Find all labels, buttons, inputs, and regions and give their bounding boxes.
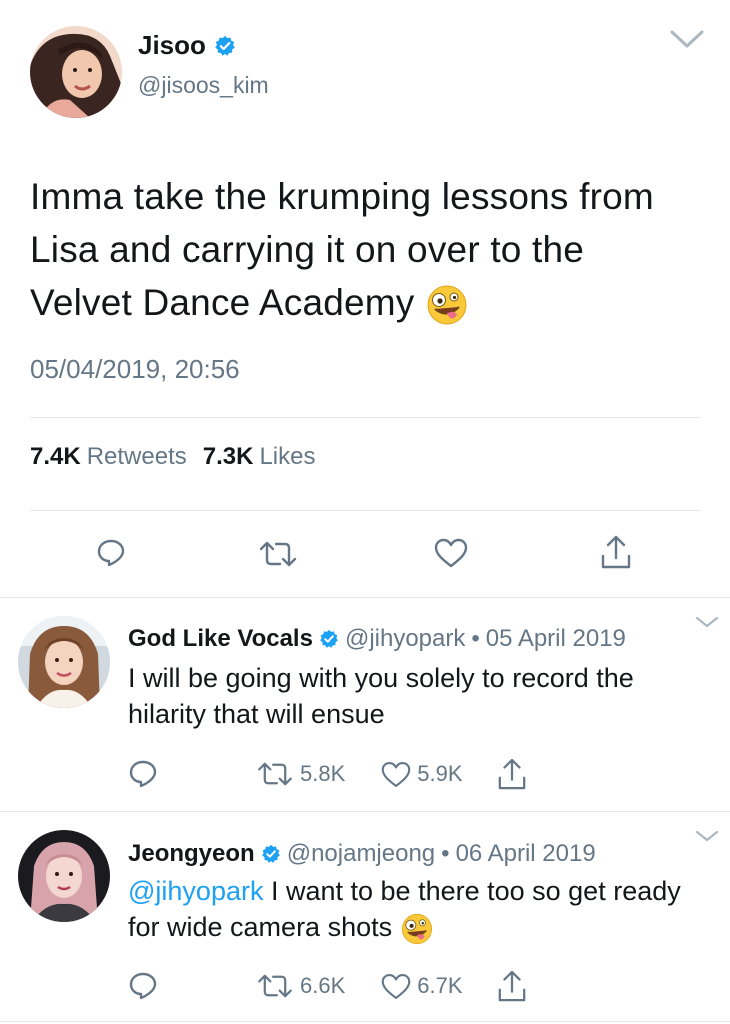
reply-like-action[interactable]: 5.9K	[381, 761, 463, 788]
verified-badge-icon	[320, 629, 338, 648]
reply-retweet-count: 5.8K	[300, 761, 346, 786]
author-name[interactable]: Jisoo	[138, 30, 206, 61]
reply-icon[interactable]	[128, 971, 158, 1001]
share-icon[interactable]	[600, 534, 632, 570]
verified-badge-icon	[215, 35, 235, 56]
reply-retweet-action[interactable]: 6.6K	[256, 973, 345, 999]
reply-avatar[interactable]	[18, 616, 110, 708]
share-icon[interactable]	[497, 757, 527, 791]
reply-action-bar: 5.8K 5.9K	[128, 757, 527, 791]
reply-retweet-count: 6.6K	[300, 973, 346, 998]
reply-author-handle[interactable]: @jihyopark	[345, 625, 465, 653]
chevron-down-icon[interactable]	[694, 614, 720, 630]
retweet-icon[interactable]	[256, 973, 294, 999]
author-avatar[interactable]	[30, 26, 122, 118]
divider	[30, 510, 700, 511]
tweet-timestamp[interactable]: 05/04/2019, 20:56	[30, 354, 240, 385]
verified-badge-icon	[261, 844, 280, 863]
reply-like-count: 6.7K	[417, 973, 463, 998]
chevron-down-icon[interactable]	[668, 26, 706, 52]
reply-like-action[interactable]: 6.7K	[381, 973, 463, 1000]
author-name-row[interactable]: Jisoo	[138, 30, 236, 61]
reply-text-container: I will be going with you solely to recor…	[128, 660, 698, 732]
retweets-label: Retweets	[86, 443, 187, 470]
retweets-stat[interactable]: 7.4K Retweets	[30, 443, 187, 471]
reply-avatar[interactable]	[18, 830, 110, 922]
reply-retweet-action[interactable]: 5.8K	[256, 761, 345, 787]
reply-date[interactable]: 05 April 2019	[486, 625, 626, 653]
like-heart-icon[interactable]	[381, 973, 411, 1000]
zany-face-emoji-icon	[401, 913, 432, 944]
reply-author-handle[interactable]: @nojamjeong	[287, 840, 435, 868]
retweet-icon[interactable]	[256, 761, 294, 787]
separator-dot: •	[471, 625, 480, 652]
chevron-down-icon[interactable]	[694, 828, 720, 844]
reply-action-bar: 6.6K 6.7K	[128, 969, 527, 1003]
reply-text-container: @jihyopark I want to be there too so get…	[128, 873, 698, 946]
tweet-text: Imma take the krumping lessons from Lisa…	[30, 176, 654, 323]
like-heart-icon[interactable]	[381, 761, 411, 788]
retweet-icon[interactable]	[258, 540, 298, 568]
reply-author-name[interactable]: Jeongyeon	[128, 840, 255, 868]
reply-date[interactable]: 06 April 2019	[456, 840, 596, 868]
tweet-text-container: Imma take the krumping lessons from Lisa…	[30, 170, 690, 329]
like-heart-icon[interactable]	[434, 538, 468, 568]
reply-header: God Like Vocals @jihyopark • 05 April 20…	[128, 625, 626, 653]
reply-author-name[interactable]: God Like Vocals	[128, 625, 313, 653]
divider	[0, 811, 730, 812]
reply-icon[interactable]	[128, 759, 158, 789]
mention-link[interactable]: @jihyopark	[128, 876, 263, 906]
tweet-stats: 7.4K Retweets 7.3K Likes	[30, 443, 315, 471]
share-icon[interactable]	[497, 969, 527, 1003]
divider	[0, 1021, 730, 1022]
author-handle[interactable]: @jisoos_kim	[138, 72, 269, 99]
likes-label: Likes	[259, 443, 316, 470]
zany-face-emoji-icon	[427, 285, 467, 325]
reply-like-count: 5.9K	[417, 761, 463, 786]
reply-text: I will be going with you solely to recor…	[128, 663, 634, 729]
divider	[30, 417, 700, 418]
likes-stat[interactable]: 7.3K Likes	[203, 443, 316, 471]
reply-header: Jeongyeon @nojamjeong • 06 April 2019	[128, 840, 596, 868]
likes-count: 7.3K	[202, 443, 254, 470]
reply-icon[interactable]	[96, 538, 126, 568]
divider	[0, 597, 730, 598]
retweets-count: 7.4K	[30, 443, 81, 470]
separator-dot: •	[441, 840, 450, 867]
